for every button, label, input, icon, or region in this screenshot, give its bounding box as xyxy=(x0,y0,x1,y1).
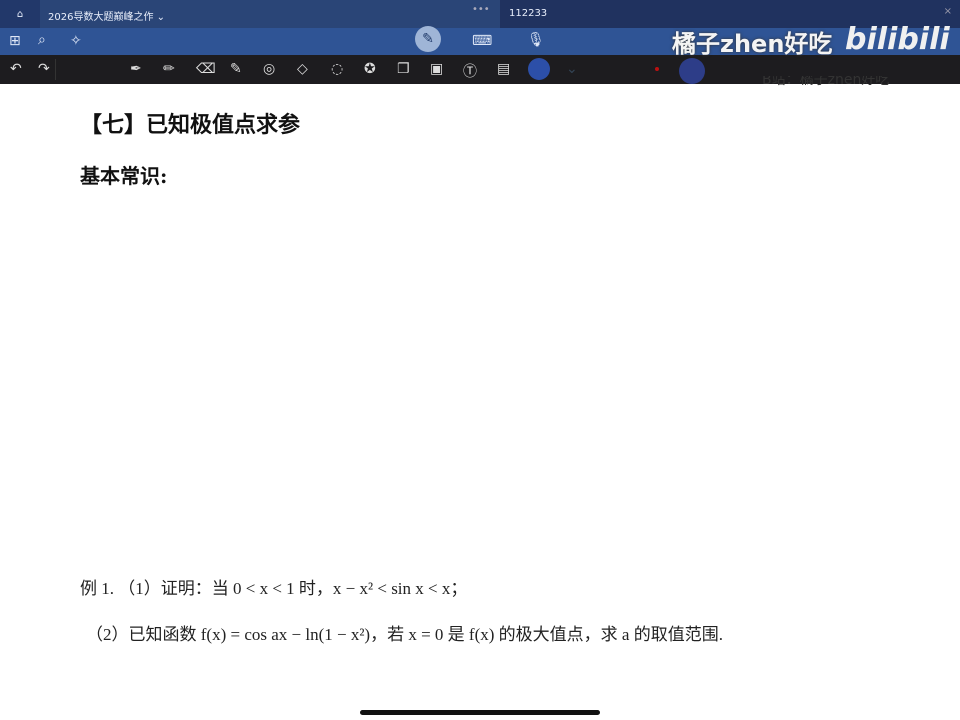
subheading: 基本常识: xyxy=(80,164,168,188)
chevron-down-icon: ⌄ xyxy=(156,12,166,23)
home-icon: ⌂ xyxy=(16,8,24,20)
search-icon[interactable]: ⌕ xyxy=(38,33,46,47)
camera-icon[interactable]: ▤ xyxy=(497,61,510,77)
divider xyxy=(55,59,56,80)
red-dot xyxy=(655,67,659,71)
example-line-2: （2）已知函数 f(x) = cos ax − ln(1 − x²)，若 x =… xyxy=(86,625,723,644)
eraser-icon[interactable]: ⌫ xyxy=(196,61,216,77)
bilibili-logo: bilibili xyxy=(845,22,950,57)
sticker-icon[interactable]: ✪ xyxy=(364,61,376,77)
section-heading: 【七】已知极值点求参 xyxy=(80,112,301,138)
grid-icon[interactable]: ⊞ xyxy=(9,34,21,48)
tab-more-button[interactable]: ••• xyxy=(472,4,490,15)
tab-title: 112233 xyxy=(509,8,548,19)
tab-document[interactable]: 2026导数大题巅峰之作 ⌄ xyxy=(48,8,165,23)
undo-icon[interactable]: ↶ xyxy=(10,61,22,77)
example-line-1: 例 1. （1）证明：当 0 < x < 1 时，x − x² < sin x … xyxy=(80,579,468,598)
pen-mode-button[interactable]: ✎ xyxy=(415,26,441,52)
tape-icon[interactable]: ◎ xyxy=(263,61,275,77)
credit-text: B站：橘子zhen好吃 xyxy=(762,76,890,86)
close-icon[interactable]: × xyxy=(944,6,952,17)
text-icon[interactable]: Ⓣ xyxy=(463,61,477,81)
sparkle-icon[interactable]: ✧ xyxy=(70,34,82,48)
cursor-indicator xyxy=(679,58,705,84)
microphone-icon[interactable]: 🎙 xyxy=(527,33,545,47)
tab-title: 2026导数大题巅峰之作 xyxy=(48,12,154,23)
redo-icon[interactable]: ↷ xyxy=(38,61,50,77)
lasso-icon[interactable]: ◌ xyxy=(331,61,343,77)
pencil-icon[interactable]: ✏ xyxy=(163,61,175,77)
highlighter-icon[interactable]: ✎ xyxy=(230,61,242,77)
shapes-icon[interactable]: ◇ xyxy=(297,61,308,77)
color-picker[interactable] xyxy=(528,58,550,80)
copy-icon[interactable]: ❐ xyxy=(397,61,410,77)
pen-icon: ✎ xyxy=(422,31,434,47)
pen-tool-icon[interactable]: ✒ xyxy=(130,61,142,77)
watermark-author: 橘子zhen好吃 xyxy=(672,30,833,58)
keyboard-icon[interactable]: ⌨ xyxy=(472,34,492,48)
home-button[interactable]: ⌂ xyxy=(0,0,40,28)
chevron-down-icon[interactable]: ⌄ xyxy=(566,61,578,77)
home-indicator[interactable] xyxy=(360,710,600,715)
image-icon[interactable]: ▣ xyxy=(430,61,443,77)
